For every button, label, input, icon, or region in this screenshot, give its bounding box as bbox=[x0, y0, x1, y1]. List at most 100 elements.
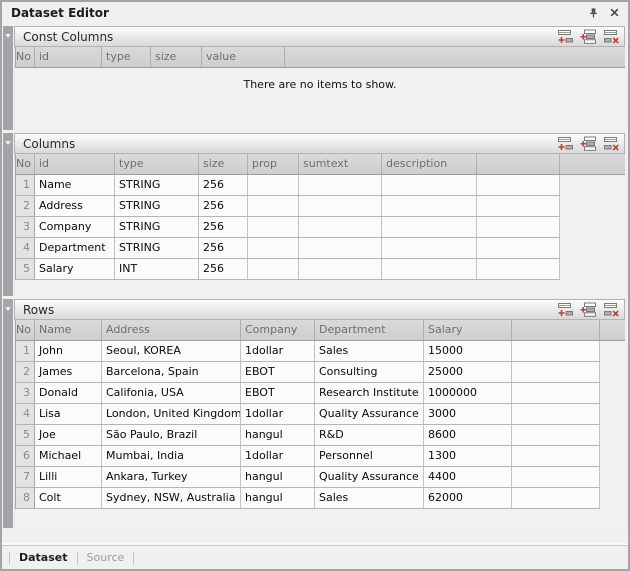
cell-filler[interactable] bbox=[477, 238, 560, 258]
cell-department[interactable]: Research Institute bbox=[315, 383, 424, 403]
add-row-button[interactable] bbox=[557, 302, 574, 317]
cell-prop[interactable] bbox=[248, 175, 299, 195]
cell-description[interactable] bbox=[382, 217, 477, 237]
cell-prop[interactable] bbox=[248, 217, 299, 237]
cell-sumtext[interactable] bbox=[299, 238, 382, 258]
cell-filler[interactable] bbox=[512, 341, 600, 361]
cell-department[interactable]: Personnel bbox=[315, 446, 424, 466]
row-number-cell[interactable]: 8 bbox=[16, 488, 35, 508]
cell-filler[interactable] bbox=[512, 446, 600, 466]
row-number-cell[interactable]: 2 bbox=[16, 196, 35, 216]
cell-address[interactable]: London, United Kingdom bbox=[102, 404, 241, 424]
row-number-cell[interactable]: 3 bbox=[16, 217, 35, 237]
cell-type[interactable]: STRING bbox=[115, 196, 199, 216]
cell-prop[interactable] bbox=[248, 196, 299, 216]
row-number-cell[interactable]: 7 bbox=[16, 467, 35, 487]
cell-company[interactable]: EBOT bbox=[241, 362, 315, 382]
cell-salary[interactable]: 15000 bbox=[424, 341, 512, 361]
cell-id[interactable]: Address bbox=[35, 196, 115, 216]
cell-filler[interactable] bbox=[512, 425, 600, 445]
row-number-cell[interactable]: 1 bbox=[16, 175, 35, 195]
delete-row-button[interactable] bbox=[603, 136, 620, 151]
cell-address[interactable]: Califonia, USA bbox=[102, 383, 241, 403]
cell-company[interactable]: hangul bbox=[241, 467, 315, 487]
cell-filler[interactable] bbox=[512, 488, 600, 508]
cell-filler[interactable] bbox=[512, 404, 600, 424]
cell-filler[interactable] bbox=[477, 175, 560, 195]
cell-prop[interactable] bbox=[248, 238, 299, 258]
cell-salary[interactable]: 25000 bbox=[424, 362, 512, 382]
cell-filler[interactable] bbox=[477, 196, 560, 216]
columns-collapse-strip[interactable] bbox=[3, 133, 13, 296]
cell-name[interactable]: Colt bbox=[35, 488, 102, 508]
cell-address[interactable]: Mumbai, India bbox=[102, 446, 241, 466]
cell-address[interactable]: Seoul, KOREA bbox=[102, 341, 241, 361]
cell-salary[interactable]: 4400 bbox=[424, 467, 512, 487]
cell-id[interactable]: Salary bbox=[35, 259, 115, 279]
cell-salary[interactable]: 8600 bbox=[424, 425, 512, 445]
add-row-button[interactable] bbox=[557, 29, 574, 44]
cell-name[interactable]: Joe bbox=[35, 425, 102, 445]
cell-address[interactable]: São Paulo, Brazil bbox=[102, 425, 241, 445]
cell-filler[interactable] bbox=[512, 383, 600, 403]
cell-name[interactable]: Donald bbox=[35, 383, 102, 403]
cell-type[interactable]: INT bbox=[115, 259, 199, 279]
cell-department[interactable]: Quality Assurance bbox=[315, 467, 424, 487]
cell-size[interactable]: 256 bbox=[199, 238, 248, 258]
close-button[interactable] bbox=[607, 5, 622, 20]
cell-company[interactable]: 1dollar bbox=[241, 446, 315, 466]
cell-description[interactable] bbox=[382, 259, 477, 279]
row-number-cell[interactable]: 5 bbox=[16, 425, 35, 445]
delete-row-button[interactable] bbox=[603, 302, 620, 317]
tab-source[interactable]: Source bbox=[87, 551, 125, 564]
cell-company[interactable]: 1dollar bbox=[241, 404, 315, 424]
cell-name[interactable]: James bbox=[35, 362, 102, 382]
cell-company[interactable]: 1dollar bbox=[241, 341, 315, 361]
cell-salary[interactable]: 1300 bbox=[424, 446, 512, 466]
cell-sumtext[interactable] bbox=[299, 217, 382, 237]
cell-size[interactable]: 256 bbox=[199, 196, 248, 216]
cell-name[interactable]: Lilli bbox=[35, 467, 102, 487]
insert-row-button[interactable] bbox=[580, 29, 597, 44]
cell-description[interactable] bbox=[382, 238, 477, 258]
cell-filler[interactable] bbox=[512, 362, 600, 382]
row-number-cell[interactable]: 3 bbox=[16, 383, 35, 403]
cell-name[interactable]: Michael bbox=[35, 446, 102, 466]
cell-size[interactable]: 256 bbox=[199, 217, 248, 237]
const-columns-collapse-strip[interactable] bbox=[3, 26, 13, 130]
rows-collapse-strip[interactable] bbox=[3, 299, 13, 528]
cell-name[interactable]: John bbox=[35, 341, 102, 361]
cell-id[interactable]: Name bbox=[35, 175, 115, 195]
cell-sumtext[interactable] bbox=[299, 175, 382, 195]
add-row-button[interactable] bbox=[557, 136, 574, 151]
insert-row-button[interactable] bbox=[580, 136, 597, 151]
cell-address[interactable]: Sydney, NSW, Australia bbox=[102, 488, 241, 508]
row-number-cell[interactable]: 4 bbox=[16, 238, 35, 258]
cell-address[interactable]: Ankara, Turkey bbox=[102, 467, 241, 487]
insert-row-button[interactable] bbox=[580, 302, 597, 317]
cell-size[interactable]: 256 bbox=[199, 259, 248, 279]
tab-dataset[interactable]: Dataset bbox=[19, 551, 68, 564]
cell-id[interactable]: Company bbox=[35, 217, 115, 237]
cell-department[interactable]: R&D bbox=[315, 425, 424, 445]
cell-salary[interactable]: 1000000 bbox=[424, 383, 512, 403]
cell-name[interactable]: Lisa bbox=[35, 404, 102, 424]
row-number-cell[interactable]: 4 bbox=[16, 404, 35, 424]
cell-type[interactable]: STRING bbox=[115, 217, 199, 237]
cell-department[interactable]: Quality Assurance bbox=[315, 404, 424, 424]
cell-prop[interactable] bbox=[248, 259, 299, 279]
cell-salary[interactable]: 3000 bbox=[424, 404, 512, 424]
cell-filler[interactable] bbox=[477, 259, 560, 279]
cell-size[interactable]: 256 bbox=[199, 175, 248, 195]
cell-department[interactable]: Sales bbox=[315, 488, 424, 508]
row-number-cell[interactable]: 2 bbox=[16, 362, 35, 382]
cell-sumtext[interactable] bbox=[299, 196, 382, 216]
cell-department[interactable]: Sales bbox=[315, 341, 424, 361]
cell-department[interactable]: Consulting bbox=[315, 362, 424, 382]
cell-filler[interactable] bbox=[477, 217, 560, 237]
cell-type[interactable]: STRING bbox=[115, 175, 199, 195]
cell-filler[interactable] bbox=[512, 467, 600, 487]
cell-sumtext[interactable] bbox=[299, 259, 382, 279]
cell-company[interactable]: EBOT bbox=[241, 383, 315, 403]
cell-address[interactable]: Barcelona, Spain bbox=[102, 362, 241, 382]
